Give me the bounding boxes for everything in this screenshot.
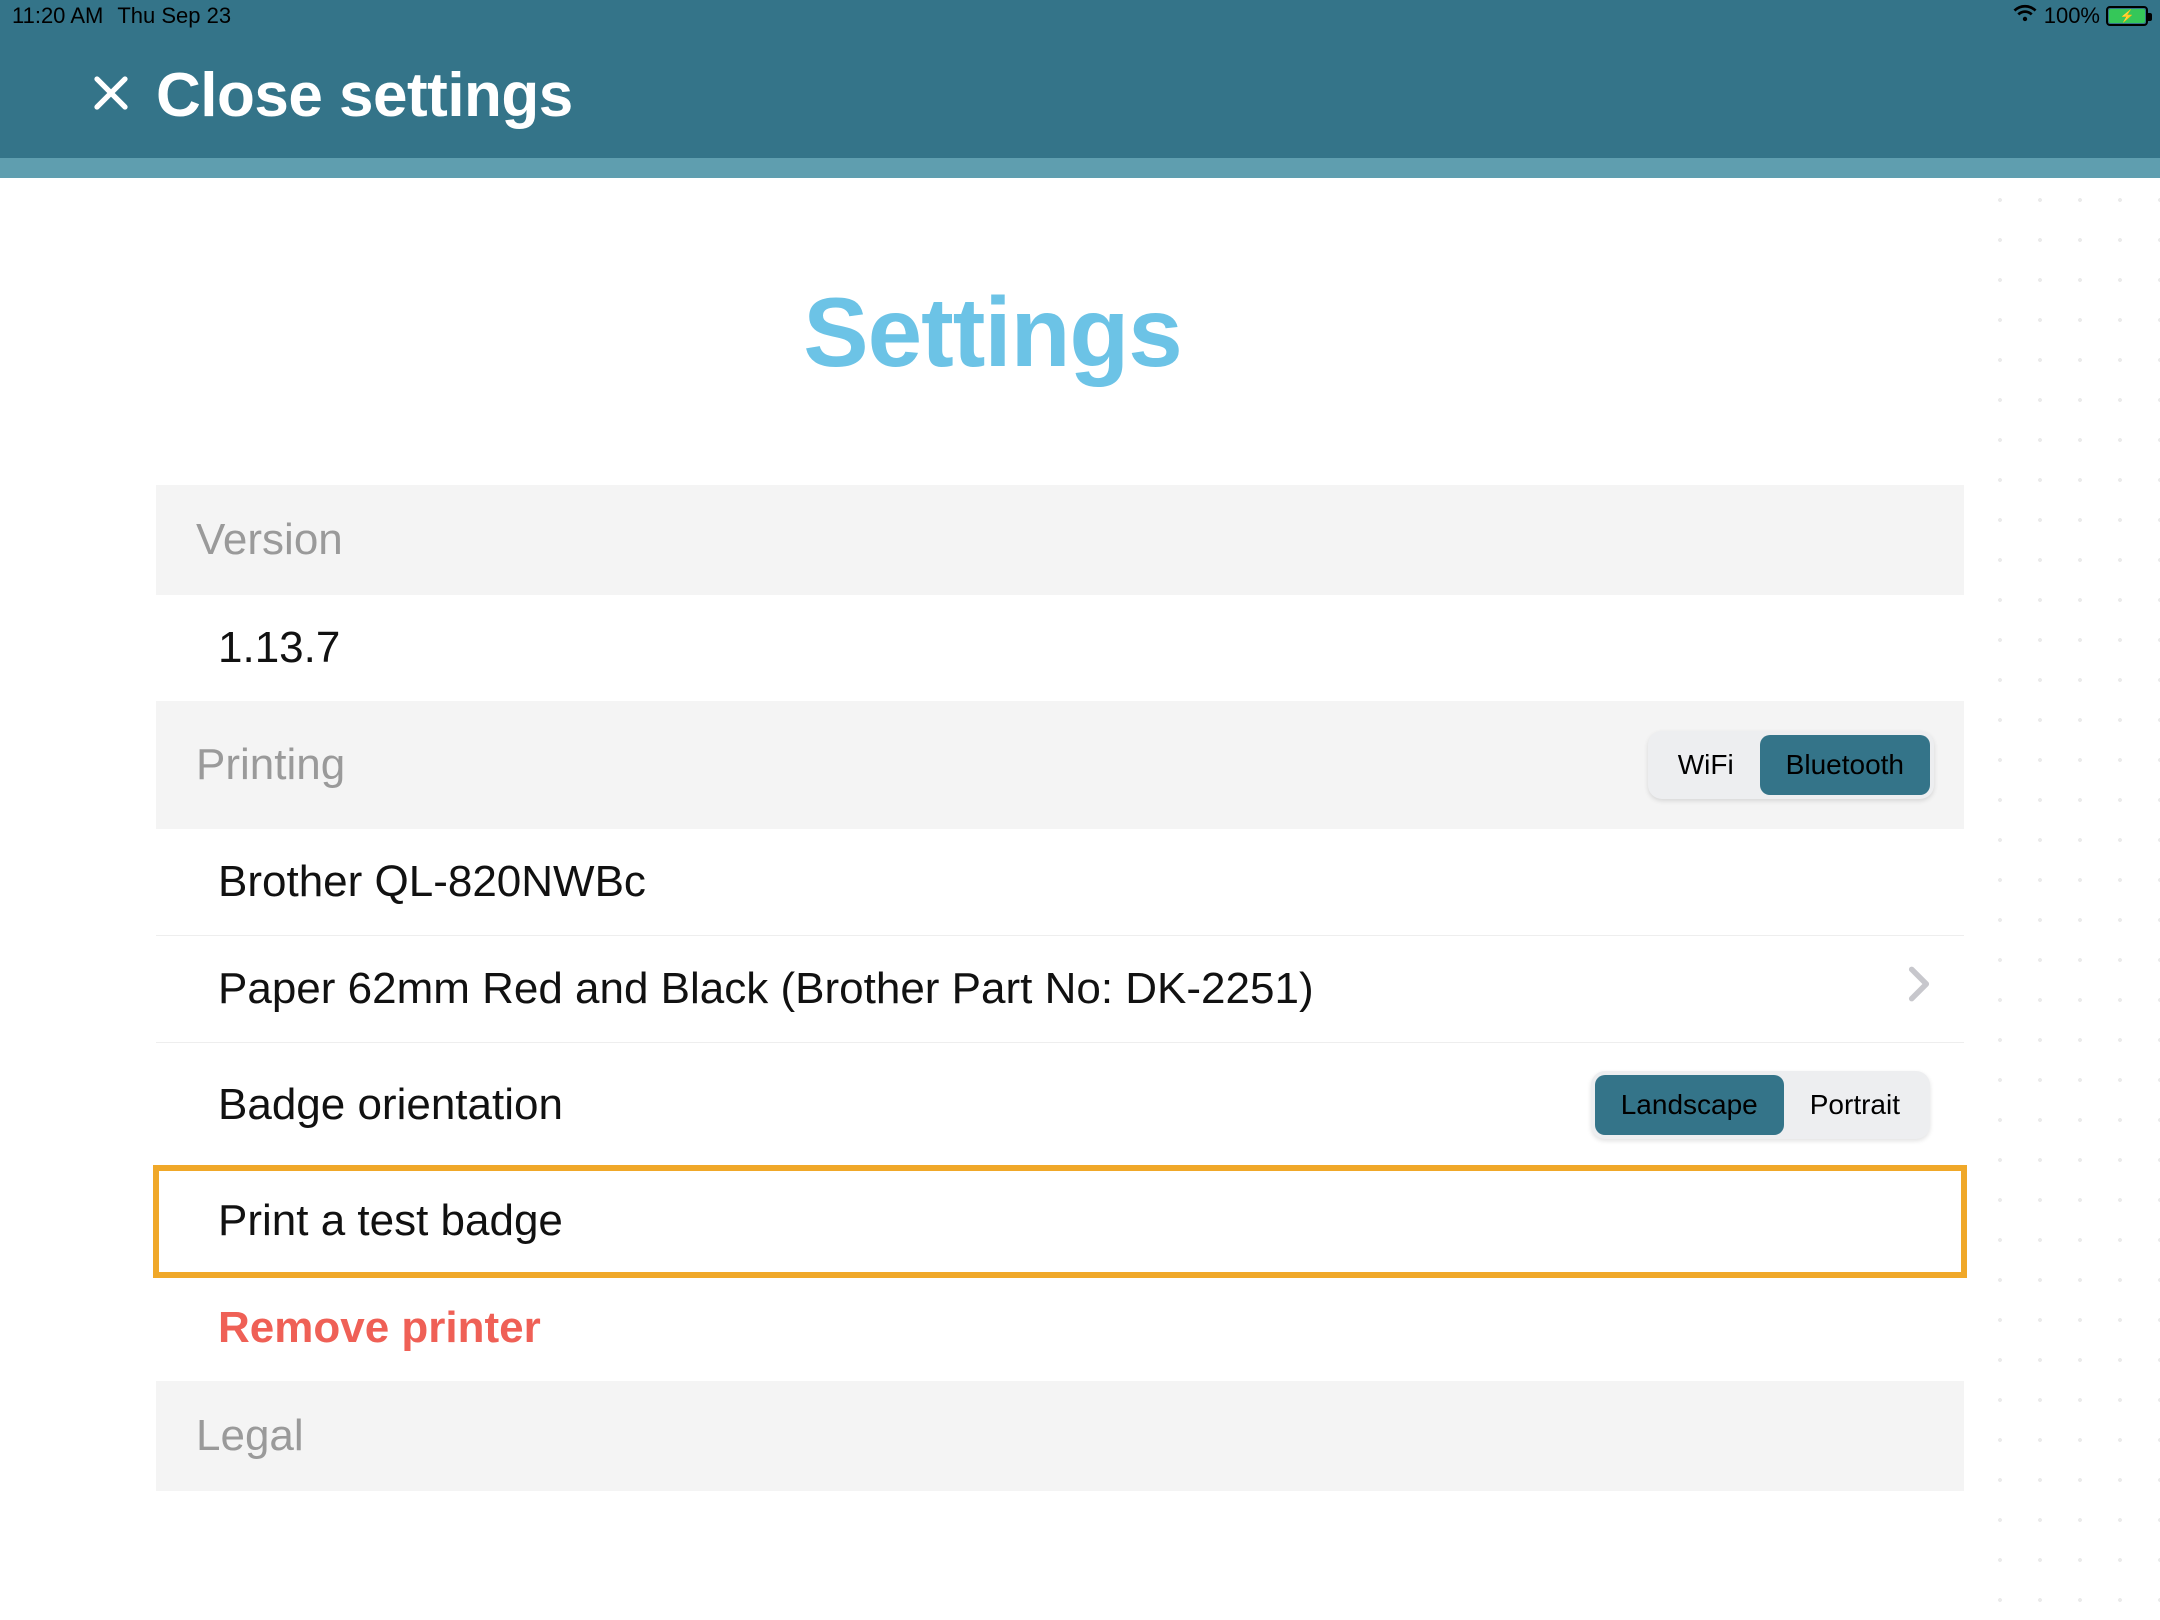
page-title: Settings [0,276,1985,389]
orientation-label: Badge orientation [218,1080,563,1130]
printer-name: Brother QL-820NWBc [218,857,646,907]
close-icon[interactable] [90,72,132,119]
segment-landscape[interactable]: Landscape [1595,1075,1784,1135]
status-time: 11:20 AM [12,3,103,29]
remove-printer-label: Remove printer [218,1303,541,1353]
orientation-row: Badge orientation Landscape Portrait [156,1043,1964,1168]
paper-row[interactable]: Paper 62mm Red and Black (Brother Part N… [156,936,1964,1043]
wifi-icon [2012,3,2038,29]
nav-accent-bar [0,158,2160,178]
segment-bluetooth[interactable]: Bluetooth [1760,735,1930,795]
chevron-right-icon [1908,964,1930,1014]
status-bar: 11:20 AM Thu Sep 23 100% ⚡ [0,0,2160,32]
close-settings-bar[interactable]: Close settings [0,32,2160,158]
battery-percent: 100% [2044,3,2100,29]
print-test-badge-label: Print a test badge [218,1196,563,1246]
section-header-version: Version [156,485,1964,595]
battery-icon: ⚡ [2106,6,2148,26]
segment-portrait[interactable]: Portrait [1784,1075,1926,1135]
connection-segmented: WiFi Bluetooth [1648,731,1934,799]
printer-name-row[interactable]: Brother QL-820NWBc [156,829,1964,936]
section-header-legal-label: Legal [196,1411,304,1461]
section-header-printing-label: Printing [196,740,345,790]
orientation-segmented: Landscape Portrait [1591,1071,1930,1139]
close-settings-label: Close settings [156,60,573,131]
segment-wifi[interactable]: WiFi [1652,735,1760,795]
paper-label: Paper 62mm Red and Black (Brother Part N… [218,964,1314,1014]
version-row: 1.13.7 [156,595,1964,701]
section-header-printing: Printing WiFi Bluetooth [156,701,1964,829]
section-header-legal: Legal [156,1381,1964,1491]
section-header-version-label: Version [196,515,343,565]
remove-printer-row[interactable]: Remove printer [156,1275,1964,1381]
print-test-badge-row[interactable]: Print a test badge [156,1168,1964,1275]
version-value: 1.13.7 [218,623,340,673]
status-date: Thu Sep 23 [117,3,231,29]
settings-panel: Settings Version 1.13.7 Printing WiFi Bl… [0,178,1985,1620]
